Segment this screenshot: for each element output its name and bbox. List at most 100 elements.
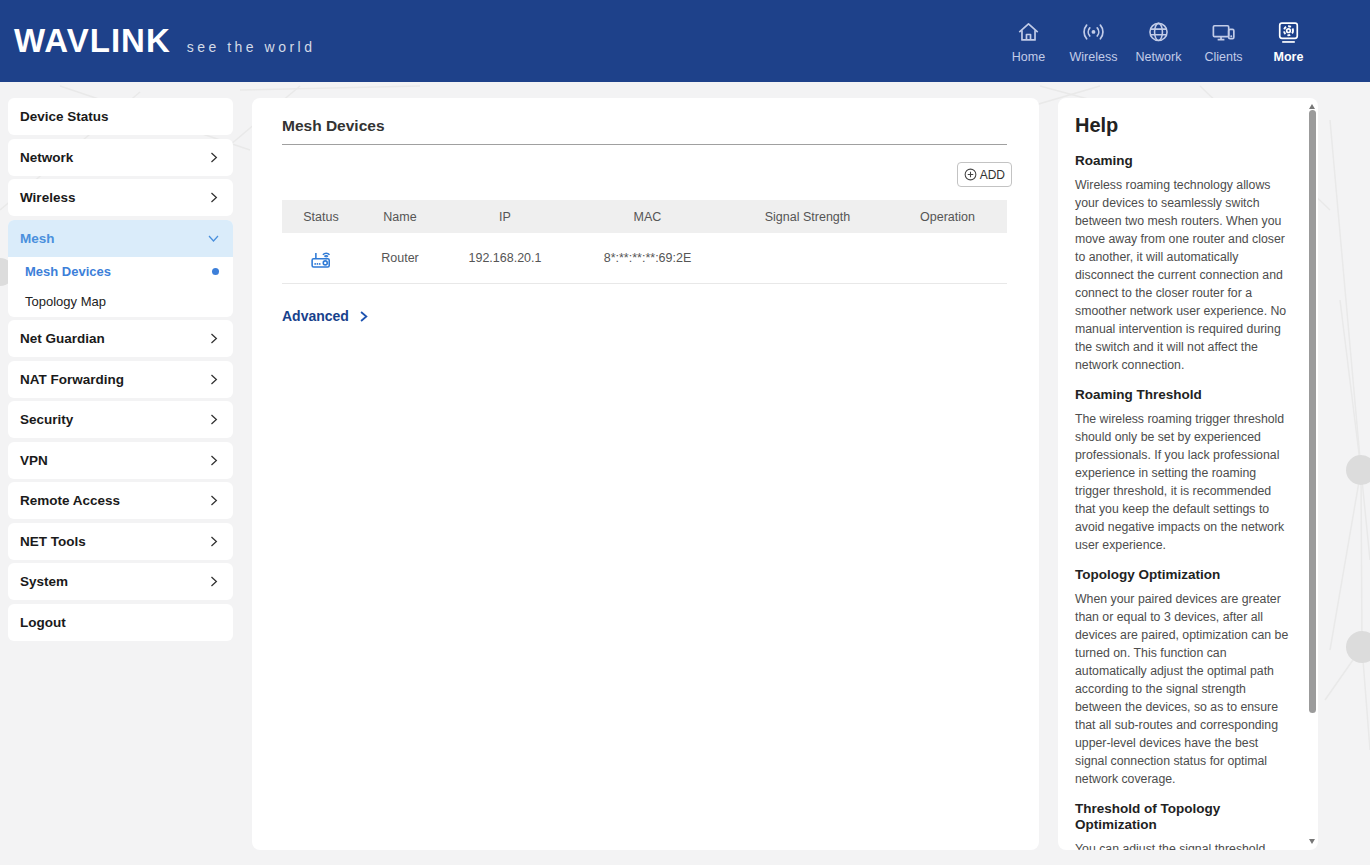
sidebar-item-network[interactable]: Network — [8, 139, 233, 176]
help-section-heading: Roaming — [1075, 140, 1275, 169]
home-icon — [1015, 18, 1042, 46]
sidebar-card-net-tools: NET Tools — [8, 523, 233, 560]
more-icon — [1275, 18, 1302, 46]
sidebar-subitem-label: Topology Map — [25, 294, 106, 309]
sidebar-item-remote-access[interactable]: Remote Access — [8, 482, 233, 519]
table-row: Router 192.168.20.1 8*:**:**:**:69:2E — [282, 233, 1007, 284]
plus-circle-icon — [964, 168, 977, 181]
topnav-item-wireless[interactable]: Wireless — [1061, 18, 1126, 64]
top-header: WAVLINK see the world Home Wireless Networ… — [0, 0, 1370, 82]
table-header-mac: MAC — [570, 210, 725, 224]
wireless-icon — [1080, 18, 1107, 46]
add-button-label: ADD — [980, 168, 1005, 182]
topnav-item-clients[interactable]: Clients — [1191, 18, 1256, 64]
sidebar-subitem-label: Mesh Devices — [25, 264, 111, 279]
active-dot — [212, 268, 219, 275]
sidebar-item-label: System — [20, 574, 68, 589]
cell-mac: 8*:**:**:**:69:2E — [604, 251, 692, 265]
sidebar-item-wireless[interactable]: Wireless — [8, 179, 233, 216]
sidebar-item-label: Device Status — [20, 109, 109, 124]
sidebar-item-system[interactable]: System — [8, 563, 233, 600]
sidebar-item-label: Mesh — [20, 231, 55, 246]
help-section-body: Wireless roaming technology allows your … — [1075, 169, 1291, 374]
sidebar-card-network: Network — [8, 139, 233, 176]
page-title: Mesh Devices — [282, 117, 1007, 135]
sidebar-item-label: Security — [20, 412, 73, 427]
sidebar-card-device-status: Device Status — [8, 98, 233, 135]
help-section-heading: Threshold of Topology Optimization — [1075, 788, 1275, 833]
table-header-status: Status — [282, 210, 360, 224]
toolbar: ADD — [282, 162, 1007, 187]
cell-name: Router — [381, 251, 419, 265]
help-title: Help — [1075, 114, 1288, 140]
title-divider — [282, 144, 1007, 145]
scroll-thumb[interactable] — [1309, 110, 1316, 713]
help-scrollbar[interactable] — [1308, 100, 1317, 848]
chevron-right-icon — [207, 332, 220, 345]
sidebar-item-security[interactable]: Security — [8, 401, 233, 438]
sidebar-card-remote-access: Remote Access — [8, 482, 233, 519]
topnav-label: Clients — [1204, 50, 1242, 64]
help-section-body: The wireless roaming trigger threshold s… — [1075, 403, 1291, 554]
sidebar-item-nat-forwarding[interactable]: NAT Forwarding — [8, 361, 233, 398]
sidebar-item-label: Logout — [20, 615, 66, 630]
chevron-right-icon — [207, 575, 220, 588]
sidebar-card-system: System — [8, 563, 233, 600]
chevron-right-icon — [207, 494, 220, 507]
sidebar-item-label: NET Tools — [20, 534, 86, 549]
advanced-label: Advanced — [282, 308, 349, 324]
help-section-heading: Roaming Threshold — [1075, 374, 1275, 403]
sidebar-card-vpn: VPN — [8, 442, 233, 479]
chevron-right-icon — [207, 151, 220, 164]
brand-tagline: see the world — [187, 39, 316, 55]
sidebar-item-logout[interactable]: Logout — [8, 604, 233, 641]
table-header-signal-strength: Signal Strength — [725, 210, 890, 224]
sidebar-subitem-mesh-devices[interactable]: Mesh Devices — [8, 257, 233, 287]
chevron-right-icon — [207, 191, 220, 204]
router-icon — [309, 246, 334, 271]
help-section-roaming: RoamingWireless roaming technology allow… — [1075, 140, 1288, 374]
sidebar-item-vpn[interactable]: VPN — [8, 442, 233, 479]
chevron-right-icon — [207, 454, 220, 467]
add-button[interactable]: ADD — [957, 162, 1012, 187]
sidebar-item-net-tools[interactable]: NET Tools — [8, 523, 233, 560]
chevron-right-icon — [207, 535, 220, 548]
help-section-threshold-of-topology-optimization: Threshold of Topology OptimizationYou ca… — [1075, 788, 1288, 850]
sidebar-card-mesh: Mesh Mesh Devices Topology Map — [8, 220, 233, 317]
topnav-label: Wireless — [1070, 50, 1118, 64]
chevron-right-icon — [357, 310, 370, 323]
help-section-body: You can adjust the signal threshold — [1075, 833, 1291, 850]
sidebar: Device Status Network Wireless Mesh Mesh Dev… — [8, 98, 233, 644]
topnav-label: Home — [1012, 50, 1045, 64]
help-section-roaming-threshold: Roaming ThresholdThe wireless roaming tr… — [1075, 374, 1288, 554]
cell-ip: 192.168.20.1 — [469, 251, 542, 265]
topnav-item-home[interactable]: Home — [996, 18, 1061, 64]
chevron-down-icon — [207, 232, 220, 245]
top-nav: Home Wireless Network Clients More — [996, 18, 1370, 64]
scroll-up-arrow[interactable] — [1309, 104, 1315, 109]
sidebar-card-wireless: Wireless — [8, 179, 233, 216]
table-header-ip: IP — [440, 210, 570, 224]
sidebar-item-device-status[interactable]: Device Status — [8, 98, 233, 135]
sidebar-item-label: NAT Forwarding — [20, 372, 124, 387]
chevron-right-icon — [207, 373, 220, 386]
table-header-name: Name — [360, 210, 440, 224]
sidebar-card-security: Security — [8, 401, 233, 438]
scroll-down-arrow[interactable] — [1309, 839, 1315, 844]
sidebar-card-logout: Logout — [8, 604, 233, 641]
brand: WAVLINK see the world — [0, 22, 316, 60]
mesh-devices-table: StatusNameIPMACSignal StrengthOperationR… — [282, 200, 1007, 284]
chevron-right-icon — [207, 413, 220, 426]
advanced-link[interactable]: Advanced — [282, 308, 370, 324]
sidebar-item-label: Net Guardian — [20, 331, 105, 346]
sidebar-item-net-guardian[interactable]: Net Guardian — [8, 320, 233, 357]
table-header-row: StatusNameIPMACSignal StrengthOperation — [282, 200, 1007, 233]
help-section-heading: Topology Optimization — [1075, 554, 1275, 583]
topnav-item-network[interactable]: Network — [1126, 18, 1191, 64]
topnav-item-more[interactable]: More — [1256, 18, 1321, 64]
sidebar-subitem-topology-map[interactable]: Topology Map — [8, 287, 233, 317]
help-section-body: When your paired devices are greater tha… — [1075, 583, 1291, 788]
sidebar-item-mesh[interactable]: Mesh — [8, 220, 233, 257]
sidebar-item-label: Network — [20, 150, 73, 165]
sidebar-card-nat-forwarding: NAT Forwarding — [8, 361, 233, 398]
